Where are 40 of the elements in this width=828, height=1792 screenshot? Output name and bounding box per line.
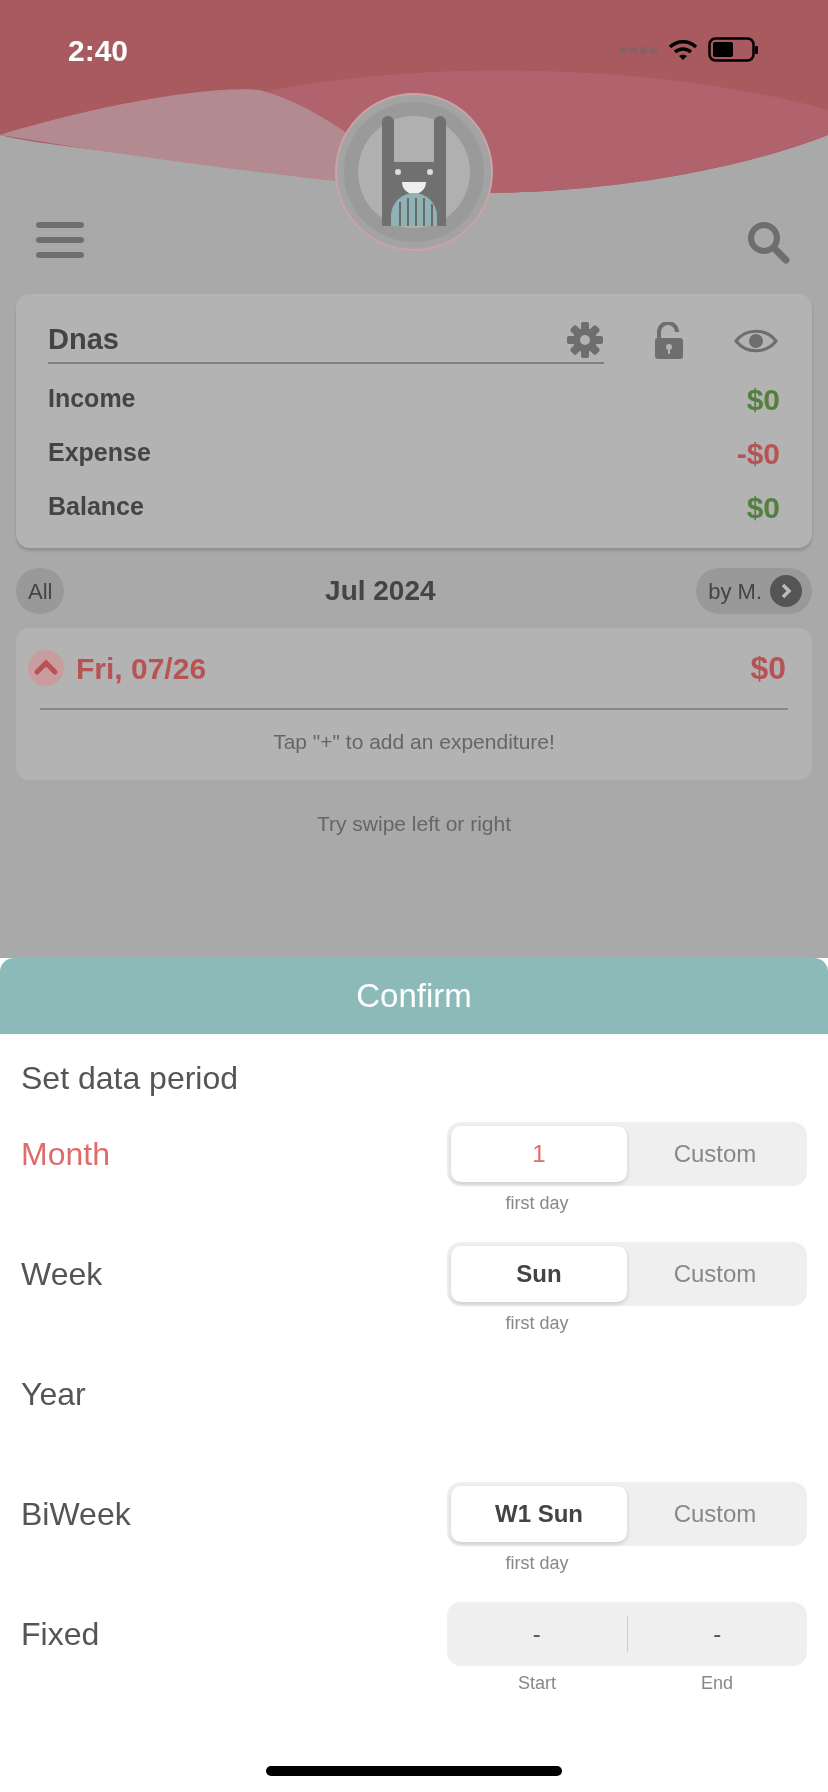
- summary-amount: $0: [746, 381, 780, 418]
- account-name: Dnas: [48, 322, 119, 358]
- end-date-field[interactable]: -: [627, 1602, 807, 1666]
- period-label[interactable]: Year: [21, 1362, 86, 1426]
- day-date: Fri, 07/26: [76, 650, 207, 687]
- search-icon[interactable]: [746, 220, 790, 264]
- swipe-hint: Try swipe left or right: [315, 811, 513, 837]
- caption: first day: [504, 1312, 570, 1335]
- period-label[interactable]: BiWeek: [21, 1482, 131, 1546]
- menu-icon[interactable]: [36, 222, 84, 258]
- status-time: 2:40: [68, 32, 129, 69]
- segmented-control[interactable]: Sun Custom: [447, 1242, 807, 1306]
- settings-icon[interactable]: [566, 321, 604, 359]
- day-amount: $0: [750, 649, 786, 688]
- start-date-field[interactable]: -: [447, 1602, 627, 1666]
- period-label[interactable]: Week: [21, 1242, 103, 1306]
- chevron-right-icon: [770, 575, 802, 607]
- caption: first day: [504, 1552, 570, 1575]
- sheet-title: Set data period: [21, 1059, 240, 1098]
- battery-icon: [708, 37, 760, 63]
- period-label[interactable]: Fixed: [21, 1602, 100, 1666]
- wifi-icon: [668, 38, 698, 62]
- segment-option[interactable]: W1 Sun: [451, 1486, 627, 1542]
- group-by-button[interactable]: by M.: [696, 568, 812, 614]
- segment-option[interactable]: Sun: [451, 1246, 627, 1302]
- summary-amount: $0: [746, 489, 780, 526]
- caption: first day: [504, 1192, 570, 1215]
- summary-amount: -$0: [736, 435, 780, 472]
- caption: End: [700, 1672, 734, 1695]
- caption: Start: [517, 1672, 557, 1695]
- summary-label: Income: [48, 383, 136, 415]
- summary-label: Expense: [48, 437, 151, 469]
- collapse-icon[interactable]: [28, 650, 64, 686]
- empty-hint: Tap "+" to add an expenditure!: [272, 729, 556, 755]
- all-button[interactable]: All: [16, 568, 65, 614]
- month-title: Jul 2024: [325, 574, 436, 608]
- unlock-icon[interactable]: [654, 322, 684, 360]
- summary-label: Balance: [48, 491, 144, 523]
- signal-icon: [620, 45, 658, 55]
- segmented-control[interactable]: W1 Sun Custom: [447, 1482, 807, 1546]
